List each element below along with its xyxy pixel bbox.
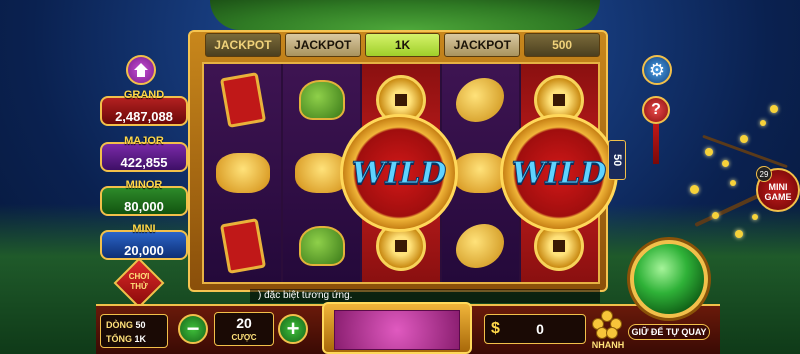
jackpot-grand-value: 2,487,088 (115, 109, 173, 124)
bet-value: 20 (236, 315, 252, 331)
jackpot-major-value: 422,855 (120, 155, 168, 170)
jackpot-mini-label: MINI (132, 223, 156, 235)
total-key: TỔNG (106, 334, 132, 344)
symbol (213, 142, 273, 204)
bet-minus-button[interactable]: − (178, 314, 208, 344)
win-box: $ 0 (484, 314, 586, 344)
wild-label: WILD (511, 155, 607, 191)
jackpot-major: MAJOR 422,855 (100, 135, 188, 172)
total-row: TỔNG 1K (106, 332, 162, 346)
fast-spin-button[interactable] (590, 310, 624, 340)
home-icon (134, 63, 148, 77)
jackpot-bar-cell: 500 (524, 33, 600, 57)
tassel-decoration (653, 124, 659, 164)
blossom (752, 214, 758, 220)
help-button[interactable]: ? (642, 96, 670, 124)
marquee-text: ) đặc biệt tương ứng. (250, 289, 600, 303)
minigame-badge: 29 (756, 166, 772, 182)
blossom (735, 230, 743, 238)
jackpot-bar-cell: JACKPOT (284, 33, 361, 57)
frog-icon (298, 80, 345, 121)
currency-icon: $ (491, 320, 500, 337)
lines-tab: 50 (608, 140, 626, 180)
jackpot-grand-label: GRAND (123, 89, 165, 101)
win-value: 0 (536, 321, 544, 337)
wild-symbol: WILD (340, 114, 458, 232)
blossom (730, 180, 736, 186)
tree-canopy (210, 0, 600, 30)
bet-plus-button[interactable]: + (278, 314, 308, 344)
center-screen (334, 310, 460, 350)
gear-icon: ⚙ (648, 59, 666, 81)
lines-total-box: DÒNG 50 TỔNG 1K (100, 314, 168, 348)
jackpot-minor-label: MINOR (125, 179, 163, 191)
home-button[interactable] (126, 55, 156, 85)
trial-button-label: CHƠI THỬ (128, 272, 150, 291)
auto-spin-label[interactable]: GIỮ ĐỂ TỰ QUAY (628, 324, 710, 340)
ox-icon (215, 152, 270, 193)
lines-row: DÒNG 50 (106, 318, 162, 332)
symbol (292, 69, 352, 131)
spin-button[interactable] (630, 240, 708, 318)
reel-1 (204, 64, 282, 282)
blossom (690, 185, 699, 194)
blossom (770, 105, 778, 113)
symbol (450, 69, 510, 131)
jackpot-bar: JACKPOT JACKPOT 1K JACKPOT 500 (205, 33, 600, 57)
jackpot-mini-value: 20,000 (124, 243, 164, 258)
bet-box: 20 CƯỢC (214, 312, 274, 346)
jackpot-grand: GRAND 2,487,088 (100, 89, 188, 126)
flower-icon (606, 327, 618, 339)
jackpot-bar-cell: JACKPOT (444, 33, 521, 57)
jackpot-bar-cell: 1K (364, 33, 441, 57)
lines-key: DÒNG (106, 320, 133, 330)
scroll-icon (219, 72, 266, 129)
wild-label: WILD (351, 155, 447, 191)
total-value: 1K (134, 334, 147, 344)
jackpot-bar-cell: JACKPOT (205, 33, 281, 57)
blossom (760, 120, 766, 126)
bet-label: CƯỢC (231, 333, 257, 342)
scroll-icon (219, 217, 266, 274)
lines-value: 50 (135, 320, 146, 330)
settings-button[interactable]: ⚙ (642, 55, 672, 85)
symbol (213, 69, 273, 131)
blossom (712, 212, 719, 219)
wild-symbol: WILD (500, 114, 618, 232)
symbol (213, 215, 273, 277)
blossom (722, 160, 729, 167)
fast-spin-label: NHANH (591, 340, 625, 350)
jackpot-mini: MINI 20,000 (100, 223, 188, 260)
symbol (450, 215, 510, 277)
fish-icon (456, 78, 505, 123)
blossom (705, 148, 713, 156)
jackpot-minor: MINOR 80,000 (100, 179, 188, 216)
jackpot-major-label: MAJOR (124, 135, 164, 147)
fish-icon (456, 223, 505, 268)
blossom (740, 135, 748, 143)
jackpot-minor-value: 80,000 (124, 199, 164, 214)
frog-icon (298, 225, 345, 266)
symbol (292, 215, 352, 277)
